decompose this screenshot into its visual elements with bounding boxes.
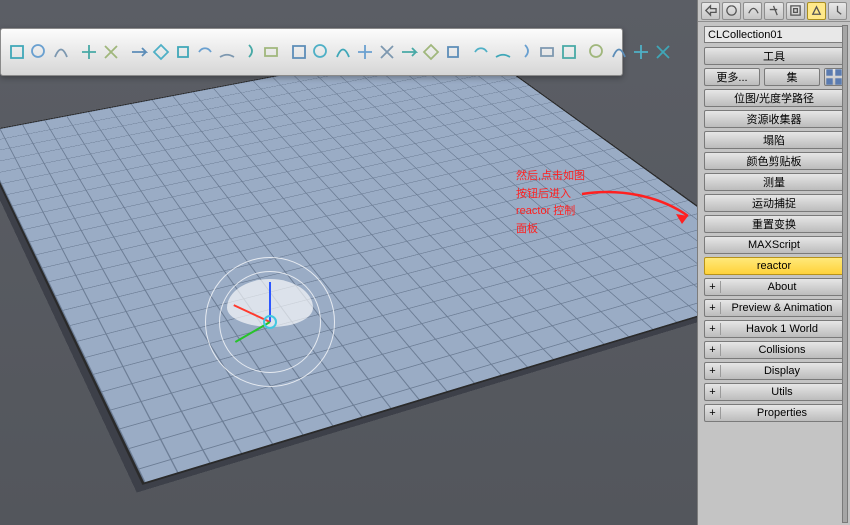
annotation-line: 然后,点击如图 [516,168,585,186]
link-icon[interactable] [29,40,49,64]
panel-scrollbar[interactable] [842,25,848,523]
panel-tab-display-icon[interactable] [786,2,805,20]
rollout-label: Utils [721,386,843,398]
expand-icon: + [705,365,721,377]
atom-icon[interactable] [195,40,215,64]
annotation-line: 面板 [516,221,585,239]
rollout-havok-1-world[interactable]: +Havok 1 World [704,320,844,338]
path-icon[interactable] [217,40,237,64]
rollout-label: Havok 1 World [721,323,843,335]
command-panel: 工具 更多... 集 位图/光度学路径资源收集器塌陷颜色剪贴板测量运动捕捉重置变… [697,0,850,525]
select-icon[interactable] [7,40,27,64]
box-icon[interactable] [377,40,397,64]
helix-icon[interactable] [399,40,419,64]
grid-plane [0,39,697,485]
reactor-toolbar [0,28,623,76]
object-name-input[interactable] [704,26,844,43]
rollout-properties[interactable]: +Properties [704,404,844,422]
expand-icon: + [705,407,721,419]
layers-icon[interactable] [51,40,71,64]
utility-maxscript[interactable]: MAXScript [704,236,844,254]
annotation-arrow [580,186,697,241]
rollout-label: About [721,281,843,293]
viewport-3d[interactable]: ✕ 然后,点击如图 按钮后进入 reactor 控制 面板 [0,0,697,525]
camera-icon[interactable] [609,40,629,64]
utility--[interactable]: 颜色剪贴板 [704,152,844,170]
panel-tab-motion-icon[interactable] [764,2,783,20]
record-icon[interactable] [653,40,673,64]
magnify-icon[interactable] [151,40,171,64]
wave-icon[interactable] [261,40,281,64]
object-name-field [704,26,844,43]
rollout-label: Preview & Animation [721,302,843,314]
constraint-icon[interactable] [239,40,259,64]
rollout-label: Properties [721,407,843,419]
rollout-preview-animation[interactable]: +Preview & Animation [704,299,844,317]
water-icon[interactable] [559,40,579,64]
rollout-utils[interactable]: +Utils [704,383,844,401]
rollout-display[interactable]: +Display [704,362,844,380]
expand-icon: + [705,281,721,293]
more-button[interactable]: 更多... [704,68,760,86]
rollout-about[interactable]: +About [704,278,844,296]
tools-rollout-header[interactable]: 工具 [704,47,844,65]
utility--[interactable]: 重置变换 [704,215,844,233]
circle-icon[interactable] [289,40,309,64]
configure-sets-button[interactable] [824,68,844,86]
grab-icon[interactable] [493,40,513,64]
set-button[interactable]: 集 [764,68,820,86]
wind-icon[interactable] [537,40,557,64]
cloth-icon[interactable] [421,40,441,64]
expand-icon: + [705,323,721,335]
grid-icon [825,68,843,86]
annotation-text: 然后,点击如图 按钮后进入 reactor 控制 面板 [516,168,585,238]
annotation-line: 按钮后进入 [516,186,585,204]
rollout-label: Display [721,365,843,377]
utility--[interactable]: 资源收集器 [704,110,844,128]
material-icon[interactable] [471,40,491,64]
rollout-label: 工具 [763,48,785,64]
spline-icon[interactable] [129,40,149,64]
expand-icon: + [705,386,721,398]
utility--[interactable]: 位图/光度学路径 [704,89,844,107]
utility--[interactable]: 塌陷 [704,131,844,149]
panel-tab-arrow-icon[interactable] [701,2,720,20]
rollout-collisions[interactable]: +Collisions [704,341,844,359]
settings-icon[interactable] [515,40,535,64]
utility--[interactable]: 运动捕捉 [704,194,844,212]
utility--[interactable]: 测量 [704,173,844,191]
preview-icon[interactable] [631,40,651,64]
expand-icon: + [705,302,721,314]
annotation-line: reactor 控制 [516,203,585,221]
sets-row: 更多... 集 [704,68,844,86]
panel-tab-arc-icon[interactable] [743,2,762,20]
rollout-label: Collisions [721,344,843,356]
figure-icon[interactable] [333,40,353,64]
render-icon[interactable] [587,40,607,64]
panel-tabstrip [698,0,850,22]
utility-reactor[interactable]: reactor [704,257,844,275]
snap-icon[interactable] [101,40,121,64]
gear-icon[interactable] [173,40,193,64]
panel-tab-sphere-icon[interactable] [722,2,741,20]
panel-tab-hammer-icon[interactable] [807,2,826,20]
stack-icon[interactable] [79,40,99,64]
panel-tab-pin-icon[interactable] [828,2,847,20]
utility-icon[interactable] [443,40,463,64]
plane-icon[interactable] [355,40,375,64]
spring-icon[interactable] [311,40,331,64]
expand-icon: + [705,344,721,356]
